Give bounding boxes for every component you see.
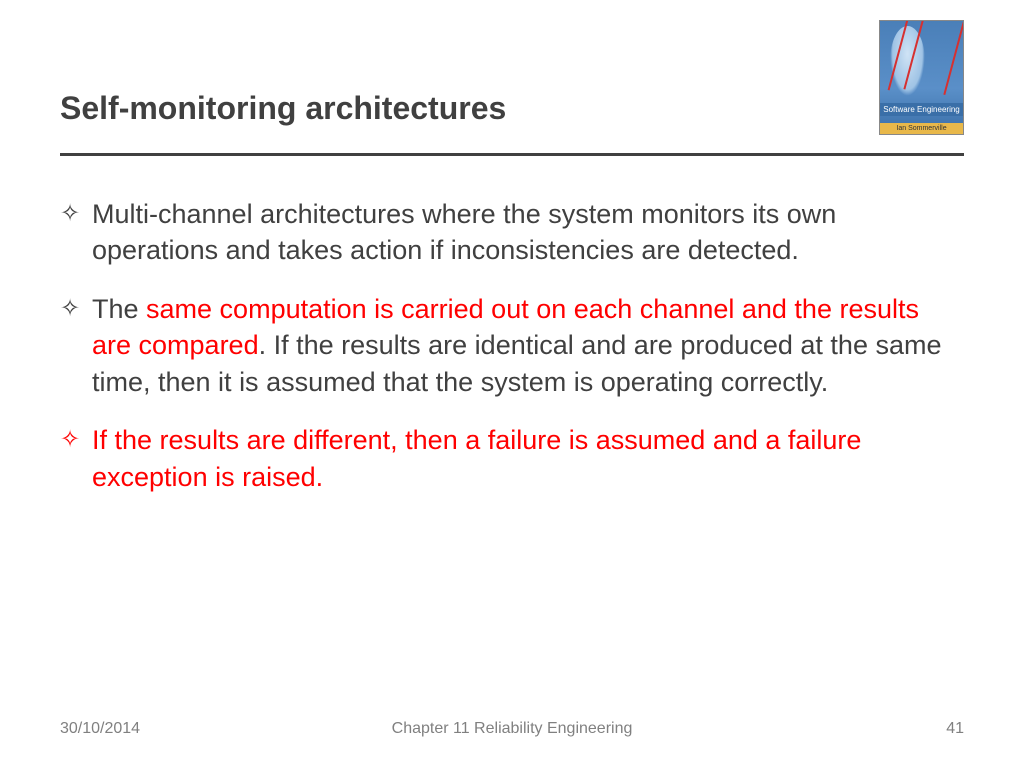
- slide-title: Self-monitoring architectures: [60, 80, 506, 127]
- bullet-text: Multi-channel architectures where the sy…: [92, 196, 954, 269]
- bullet-item: ✧ If the results are different, then a f…: [60, 422, 954, 495]
- footer-chapter: Chapter 11 Reliability Engineering: [392, 720, 633, 738]
- slide-footer: 30/10/2014 Chapter 11 Reliability Engine…: [60, 720, 964, 738]
- bullet-text: The same computation is carried out on e…: [92, 291, 954, 400]
- footer-page-number: 41: [946, 720, 964, 738]
- slide-header: Self-monitoring architectures Software E…: [60, 80, 964, 135]
- bullet-item: ✧ Multi-channel architectures where the …: [60, 196, 954, 269]
- title-divider: [60, 153, 964, 156]
- diamond-bullet-icon: ✧: [60, 422, 92, 458]
- book-cover-image: Software Engineering Ian Sommerville: [879, 20, 964, 135]
- text-span: The: [92, 294, 146, 324]
- slide-content: ✧ Multi-channel architectures where the …: [60, 196, 964, 495]
- bullet-text: If the results are different, then a fai…: [92, 422, 954, 495]
- text-span: .: [316, 462, 324, 492]
- diamond-bullet-icon: ✧: [60, 291, 92, 327]
- slide: Self-monitoring architectures Software E…: [0, 0, 1024, 768]
- book-title-label: Software Engineering: [880, 103, 963, 116]
- bullet-item: ✧ The same computation is carried out on…: [60, 291, 954, 400]
- highlighted-text: If the results are different, then a fai…: [92, 425, 861, 491]
- footer-date: 30/10/2014: [60, 720, 140, 738]
- diamond-bullet-icon: ✧: [60, 196, 92, 232]
- book-author-label: Ian Sommerville: [880, 123, 963, 134]
